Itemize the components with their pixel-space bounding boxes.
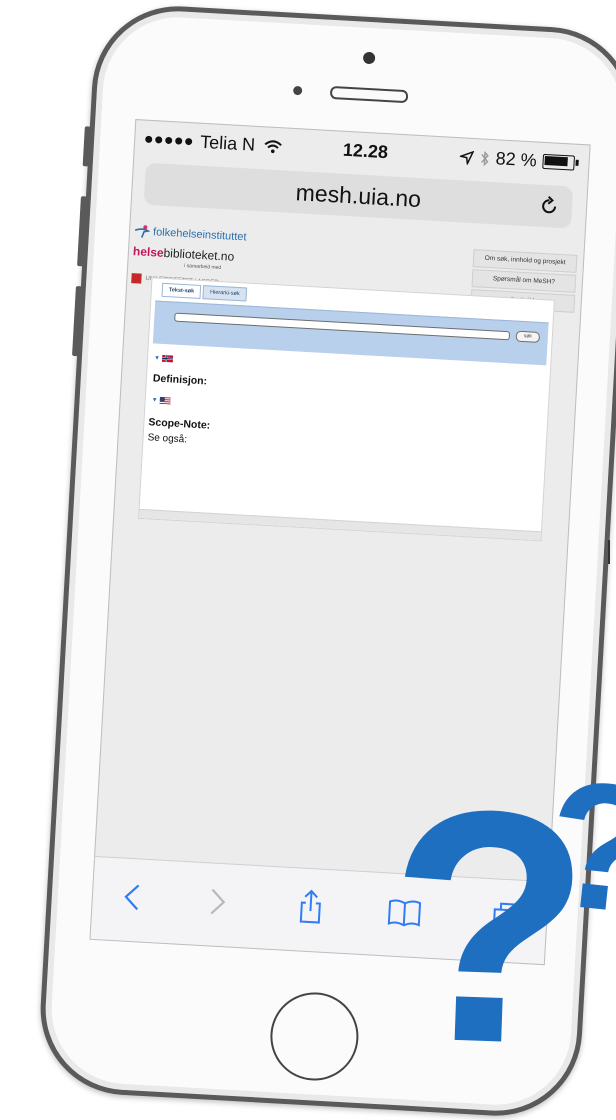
tab-text-search[interactable]: Tekst-søk	[161, 282, 202, 299]
collab-text: i samarbeid med	[184, 263, 222, 272]
back-button[interactable]	[114, 878, 152, 916]
back-icon[interactable]	[114, 878, 152, 916]
volume-up-button	[77, 196, 87, 267]
norwegian-toggle[interactable]: ▼	[153, 354, 174, 363]
see-also-label: Se også:	[147, 432, 188, 446]
search-band: søk	[152, 300, 549, 366]
wifi-icon	[264, 139, 282, 153]
earpiece-speaker	[329, 85, 409, 104]
chevron-down-icon: ▼	[151, 396, 158, 404]
location-arrow-icon	[459, 150, 475, 165]
signal-dots-icon	[145, 135, 193, 146]
panel-footer	[139, 508, 541, 541]
mute-switch	[82, 126, 91, 167]
fhi-logo[interactable]: folkehelseinstituttet	[134, 224, 247, 244]
front-camera	[292, 85, 303, 96]
forward-button[interactable]	[198, 883, 236, 921]
fhi-text: folkehelseinstituttet	[152, 226, 247, 244]
top-dot	[362, 51, 376, 65]
norway-flag-icon	[161, 354, 174, 363]
definition-label: Definisjon:	[152, 372, 208, 388]
stray-mark	[608, 540, 610, 564]
search-tabs: Tekst-søk Hierarki-søk	[161, 282, 248, 302]
search-input[interactable]	[174, 312, 511, 341]
english-toggle[interactable]: ▼	[151, 396, 171, 405]
us-flag-icon	[159, 396, 171, 405]
url-text[interactable]: mesh.uia.no	[144, 171, 573, 222]
tab-hierarchy-search[interactable]: Hierarki-søk	[202, 285, 248, 302]
bluetooth-icon	[480, 150, 489, 166]
share-icon[interactable]	[292, 888, 330, 926]
carrier-name: Telia N	[199, 131, 256, 155]
forward-icon[interactable]	[198, 883, 236, 921]
status-time: 12.28	[342, 139, 389, 163]
battery-percent: 82 %	[495, 148, 538, 171]
helsebiblioteket-logo[interactable]: helsebiblioteket.no	[133, 244, 246, 264]
chevron-down-icon: ▼	[153, 354, 161, 362]
share-button[interactable]	[292, 888, 330, 926]
home-button[interactable]	[268, 990, 361, 1083]
helsebiblioteket-prefix: helse	[132, 244, 165, 260]
volume-down-button	[72, 285, 82, 357]
scope-note-label: Scope-Note:	[148, 416, 211, 432]
uia-mark-icon	[131, 273, 142, 284]
search-panel: Tekst-søk Hierarki-søk søk ▼ Definisjon:	[138, 277, 555, 542]
helsebiblioteket-rest: biblioteket.no	[163, 245, 235, 264]
reload-icon[interactable]	[538, 195, 561, 218]
battery-icon	[542, 153, 575, 171]
search-button[interactable]: søk	[515, 330, 541, 343]
fhi-figure-icon	[134, 225, 151, 238]
